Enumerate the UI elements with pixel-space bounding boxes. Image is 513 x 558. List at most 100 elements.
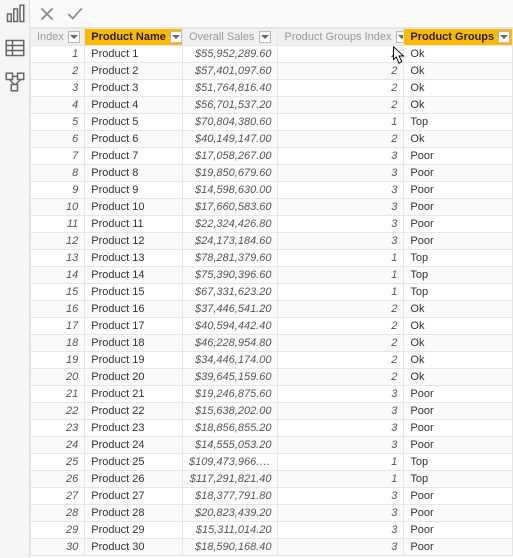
cell-product-name: Product 7	[85, 148, 183, 165]
cell-product-groups-index: 2	[278, 301, 404, 318]
col-label: Overall Sales	[189, 31, 254, 43]
table-row[interactable]: 29Product 29$15,311,014.203Poor	[31, 522, 513, 539]
cell-product-groups: Top	[404, 284, 513, 301]
cell-product-groups: Top	[404, 114, 513, 131]
cell-product-groups-index: 3	[278, 522, 404, 539]
cancel-icon[interactable]	[38, 5, 56, 23]
cell-overall-sales: $34,446,174.00	[182, 352, 278, 369]
table-row[interactable]: 13Product 13$78,281,379.601Top	[31, 250, 513, 267]
cell-overall-sales: $46,228,954.80	[182, 335, 278, 352]
cell-product-groups: Poor	[404, 539, 513, 556]
table-row[interactable]: 20Product 20$39,645,159.602Ok	[31, 369, 513, 386]
table-row[interactable]: 21Product 21$19,246,875.603Poor	[31, 386, 513, 403]
filter-button[interactable]	[259, 31, 271, 43]
cell-product-groups-index: 1	[278, 250, 404, 267]
cell-product-name: Product 26	[85, 471, 183, 488]
table-row[interactable]: 26Product 26$117,291,821.401Top	[31, 471, 513, 488]
cell-product-groups-index: 2	[278, 352, 404, 369]
filter-button[interactable]	[170, 31, 182, 43]
cell-overall-sales: $14,555,053.20	[182, 437, 278, 454]
cell-overall-sales: $75,390,396.60	[182, 267, 278, 284]
col-header-index[interactable]: Index	[31, 29, 85, 46]
table-row[interactable]: 24Product 24$14,555,053.203Poor	[31, 437, 513, 454]
cell-overall-sales: $78,281,379.60	[182, 250, 278, 267]
table-row[interactable]: 9Product 9$14,598,630.003Poor	[31, 182, 513, 199]
table-row[interactable]: 1Product 1$55,952,289.602Ok	[31, 46, 513, 63]
table-row[interactable]: 23Product 23$18,856,855.203Poor	[31, 420, 513, 437]
cell-product-groups-index: 1	[278, 114, 404, 131]
cell-product-groups: Ok	[404, 335, 513, 352]
cell-product-groups-index: 3	[278, 165, 404, 182]
filter-button[interactable]	[396, 31, 404, 43]
table-row[interactable]: 14Product 14$75,390,396.601Top	[31, 267, 513, 284]
table-row[interactable]: 28Product 28$20,823,439.203Poor	[31, 505, 513, 522]
model-view-icon[interactable]	[5, 72, 25, 92]
table-row[interactable]: 3Product 3$51,764,816.402Ok	[31, 80, 513, 97]
commit-icon[interactable]	[66, 5, 84, 23]
table-row[interactable]: 16Product 16$37,446,541.202Ok	[31, 301, 513, 318]
table-row[interactable]: 15Product 15$67,331,623.201Top	[31, 284, 513, 301]
cell-overall-sales: $15,638,202.00	[182, 403, 278, 420]
table-row[interactable]: 10Product 10$17,660,583.603Poor	[31, 199, 513, 216]
filter-button[interactable]	[68, 31, 80, 43]
cell-product-groups-index: 1	[278, 471, 404, 488]
left-nav	[0, 0, 30, 558]
cell-product-groups-index: 2	[278, 318, 404, 335]
table-row[interactable]: 17Product 17$40,594,442.402Ok	[31, 318, 513, 335]
col-header-product-name[interactable]: Product Name	[85, 29, 183, 46]
filter-button[interactable]	[498, 31, 510, 43]
cell-overall-sales: $37,446,541.20	[182, 301, 278, 318]
cell-product-name: Product 5	[85, 114, 183, 131]
table-row[interactable]: 2Product 2$57,401,097.602Ok	[31, 63, 513, 80]
col-header-product-groups[interactable]: Product Groups	[404, 29, 513, 46]
report-view-icon[interactable]	[5, 4, 25, 24]
cell-product-groups: Top	[404, 267, 513, 284]
table-row[interactable]: 11Product 11$22,324,426.803Poor	[31, 216, 513, 233]
cell-product-groups-index: 3	[278, 488, 404, 505]
cell-overall-sales: $18,590,168.40	[182, 539, 278, 556]
cell-overall-sales: $19,850,679.60	[182, 165, 278, 182]
table-row[interactable]: 25Product 25$109,473,966.601Top	[31, 454, 513, 471]
table-row[interactable]: 30Product 30$18,590,168.403Poor	[31, 539, 513, 556]
table-row[interactable]: 18Product 18$46,228,954.802Ok	[31, 335, 513, 352]
cell-index: 28	[31, 505, 85, 522]
cell-index: 30	[31, 539, 85, 556]
cell-product-name: Product 19	[85, 352, 183, 369]
col-header-overall-sales[interactable]: Overall Sales	[182, 29, 278, 46]
cell-product-groups-index: 3	[278, 403, 404, 420]
col-header-product-groups-index[interactable]: Product Groups Index	[278, 29, 404, 46]
table-header-row: Index Product Name Overall Sales Product…	[31, 29, 513, 46]
data-table-wrapper[interactable]: Index Product Name Overall Sales Product…	[30, 28, 513, 558]
cell-product-groups: Ok	[404, 301, 513, 318]
cell-product-groups-index: 2	[278, 335, 404, 352]
cell-product-groups: Top	[404, 250, 513, 267]
table-row[interactable]: 12Product 12$24,173,184.603Poor	[31, 233, 513, 250]
col-label: Product Groups Index	[284, 31, 391, 43]
cell-product-groups: Poor	[404, 403, 513, 420]
table-row[interactable]: 5Product 5$70,804,380.601Top	[31, 114, 513, 131]
cell-overall-sales: $18,856,855.20	[182, 420, 278, 437]
cell-product-groups-index: 2	[278, 97, 404, 114]
cell-overall-sales: $57,401,097.60	[182, 63, 278, 80]
table-row[interactable]: 6Product 6$40,149,147.002Ok	[31, 131, 513, 148]
data-view-icon[interactable]	[5, 38, 25, 58]
cell-index: 15	[31, 284, 85, 301]
table-row[interactable]: 19Product 19$34,446,174.002Ok	[31, 352, 513, 369]
cell-overall-sales: $56,701,537.20	[182, 97, 278, 114]
table-row[interactable]: 27Product 27$18,377,791.803Poor	[31, 488, 513, 505]
cell-product-name: Product 29	[85, 522, 183, 539]
cell-product-groups-index: 2	[278, 131, 404, 148]
col-label: Product Name	[91, 31, 166, 43]
table-row[interactable]: 22Product 22$15,638,202.003Poor	[31, 403, 513, 420]
cell-overall-sales: $70,804,380.60	[182, 114, 278, 131]
table-row[interactable]: 8Product 8$19,850,679.603Poor	[31, 165, 513, 182]
cell-product-name: Product 25	[85, 454, 183, 471]
table-row[interactable]: 7Product 7$17,058,267.003Poor	[31, 148, 513, 165]
cell-overall-sales: $15,311,014.20	[182, 522, 278, 539]
cell-overall-sales: $40,594,442.40	[182, 318, 278, 335]
cell-product-groups-index: 1	[278, 284, 404, 301]
cell-index: 10	[31, 199, 85, 216]
cell-overall-sales: $18,377,791.80	[182, 488, 278, 505]
table-row[interactable]: 4Product 4$56,701,537.202Ok	[31, 97, 513, 114]
cell-product-groups-index: 3	[278, 233, 404, 250]
